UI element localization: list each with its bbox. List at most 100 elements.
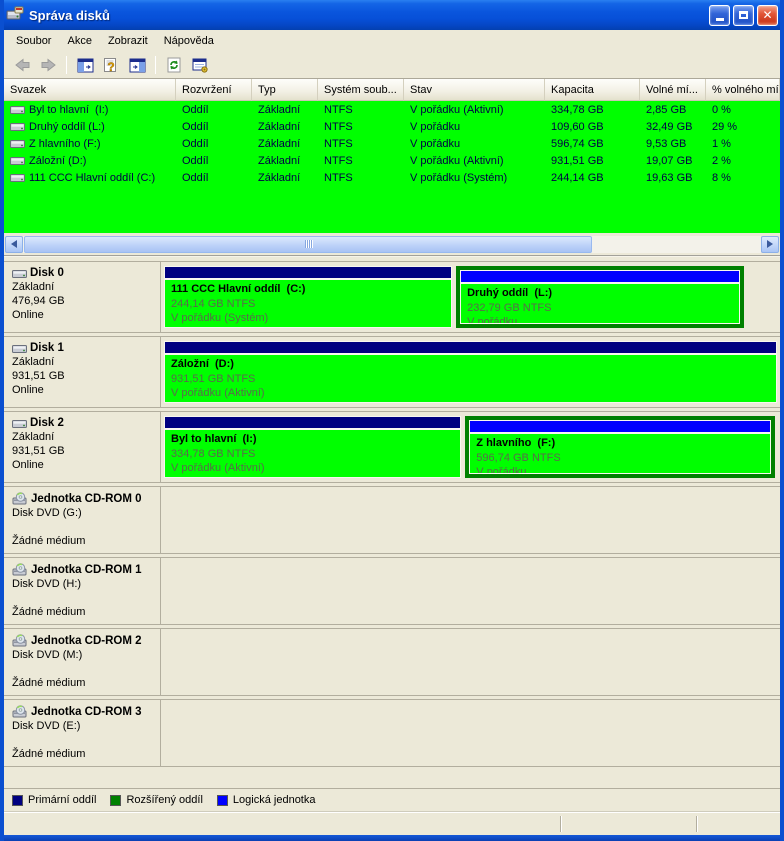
show-action-pane-icon[interactable] [125,54,149,76]
volume-cell-pct: 8 % [706,172,780,184]
partition-status: V pořádku [476,465,764,473]
device-label-panel: Disk 1Základní931,51 GBOnline [4,337,161,407]
help-icon[interactable]: ? [99,54,123,76]
scrollbar-track[interactable] [23,236,761,253]
device-name-text: Disk 1 [30,342,64,354]
volume-cell-free: 9,53 GB [640,138,706,150]
device-detail: Disk DVD (H:) [12,577,156,591]
volume-row[interactable]: Druhý oddíl (L:)OddílZákladníNTFSV pořád… [4,118,780,135]
horizontal-scrollbar[interactable] [4,233,780,255]
device-detail: Žádné médium [12,747,156,761]
cdrom-graph-area [161,487,780,553]
volume-cell-type: Základní [252,172,318,184]
partition-size: 931,51 GB NTFS [171,372,770,386]
column-header-7[interactable]: % volného mí [706,79,780,101]
window-bottom-border [0,835,784,841]
scroll-left-button[interactable] [5,236,23,253]
menu-zobrazit[interactable]: Zobrazit [100,32,156,50]
menu-akce[interactable]: Akce [59,32,99,50]
cdrom-graph-area [161,629,780,695]
column-header-5[interactable]: Kapacita [545,79,640,101]
volume-cell-name: Záložní (D:) [4,155,176,167]
device-name: Disk 0 [12,267,156,279]
volume-row[interactable]: 111 CCC Hlavní oddíl (C:)OddílZákladníNT… [4,169,780,186]
volume-name-text: Druhý oddíl (L:) [29,121,105,133]
partition-box[interactable]: Druhý oddíl (L:)232,79 GB NTFSV pořádku [461,271,739,323]
volume-cell-type: Základní [252,104,318,116]
volume-cell-capacity: 109,60 GB [545,121,640,133]
primary-partition-band [165,417,460,428]
device-detail [12,591,156,605]
refresh-icon[interactable] [162,54,186,76]
volume-name-text: Záložní (D:) [29,155,86,167]
volume-icon [10,172,25,183]
menu-soubor[interactable]: Soubor [8,32,59,50]
legend-label: Rozšířený oddíl [126,794,202,806]
legend-item: Rozšířený oddíl [110,794,202,806]
disk-graph-area: Záložní (D:)931,51 GB NTFSV pořádku (Akt… [161,337,780,407]
menu-napoveda[interactable]: Nápověda [156,32,222,50]
status-divider [696,816,697,832]
volume-name-text: 111 CCC Hlavní oddíl (C:) [29,172,155,184]
volume-cell-capacity: 596,74 GB [545,138,640,150]
device-detail: 931,51 GB [12,369,156,383]
window-title: Správa disků [29,8,709,23]
device-name: Disk 2 [12,417,156,429]
scrollbar-thumb[interactable] [24,236,592,253]
partition-legend: Primární oddílRozšířený oddílLogická jed… [4,788,780,812]
volume-cell-type: Základní [252,121,318,133]
volume-cell-status: V pořádku (Systém) [404,172,545,184]
status-divider [560,816,561,832]
partition-box[interactable]: Byl to hlavní (I:)334,78 GB NTFSV pořádk… [164,416,461,478]
volume-icon [10,121,25,132]
cdrom-row-0: Jednotka CD-ROM 0Disk DVD (G:) Žádné méd… [4,486,780,554]
minimize-button[interactable] [709,5,730,26]
partition-title: 111 CCC Hlavní oddíl (C:) [171,282,445,297]
legend-label: Logická jednotka [233,794,316,806]
forward-icon[interactable] [36,54,60,76]
legend-color-swatch [217,795,228,806]
cdrom-row-1: Jednotka CD-ROM 1Disk DVD (H:) Žádné méd… [4,557,780,625]
partition-title: Z hlavního (F:) [476,436,764,451]
column-header-1[interactable]: Rozvržení [176,79,252,101]
show-console-tree-icon[interactable] [73,54,97,76]
volume-row[interactable]: Byl to hlavní (I:)OddílZákladníNTFSV poř… [4,101,780,118]
volume-cell-free: 19,07 GB [640,155,706,167]
cdrom-drive-icon [12,563,31,576]
device-detail: 931,51 GB [12,444,156,458]
device-name-text: Jednotka CD-ROM 3 [31,706,142,718]
extended-partition-wrapper: Z hlavního (F:)596,74 GB NTFSV pořádku [465,416,775,478]
volume-cell-fs: NTFS [318,121,404,133]
partition-status: V pořádku (Aktivní) [171,461,454,475]
volume-row[interactable]: Záložní (D:)OddílZákladníNTFSV pořádku (… [4,152,780,169]
volume-cell-type: Základní [252,155,318,167]
column-header-3[interactable]: Systém soub... [318,79,404,101]
cdrom-drive-icon [12,492,31,505]
device-detail [12,662,156,676]
device-detail: Online [12,308,156,322]
device-detail: Základní [12,430,156,444]
disk-graph-area: 111 CCC Hlavní oddíl (C:)244,14 GB NTFSV… [161,262,780,332]
column-header-0[interactable]: Svazek [4,79,176,101]
volume-cell-fs: NTFS [318,138,404,150]
volume-cell-name: Druhý oddíl (L:) [4,121,176,133]
cdrom-drive-icon [12,634,31,647]
column-header-6[interactable]: Volné mí... [640,79,706,101]
properties-icon[interactable] [188,54,212,76]
back-icon[interactable] [10,54,34,76]
close-button[interactable]: ✕ [757,5,778,26]
maximize-button[interactable] [733,5,754,26]
column-header-4[interactable]: Stav [404,79,545,101]
device-detail: Disk DVD (G:) [12,506,156,520]
device-name: Jednotka CD-ROM 3 [12,705,156,718]
volume-cell-name: 111 CCC Hlavní oddíl (C:) [4,172,176,184]
scroll-right-button[interactable] [761,236,779,253]
partition-box[interactable]: Záložní (D:)931,51 GB NTFSV pořádku (Akt… [164,341,777,403]
partition-box[interactable]: Z hlavního (F:)596,74 GB NTFSV pořádku [470,421,770,473]
volume-row[interactable]: Z hlavního (F:)OddílZákladníNTFSV pořádk… [4,135,780,152]
partition-box[interactable]: 111 CCC Hlavní oddíl (C:)244,14 GB NTFSV… [164,266,452,328]
volume-cell-layout: Oddíl [176,121,252,133]
column-header-2[interactable]: Typ [252,79,318,101]
device-detail: Žádné médium [12,605,156,619]
device-name: Disk 1 [12,342,156,354]
